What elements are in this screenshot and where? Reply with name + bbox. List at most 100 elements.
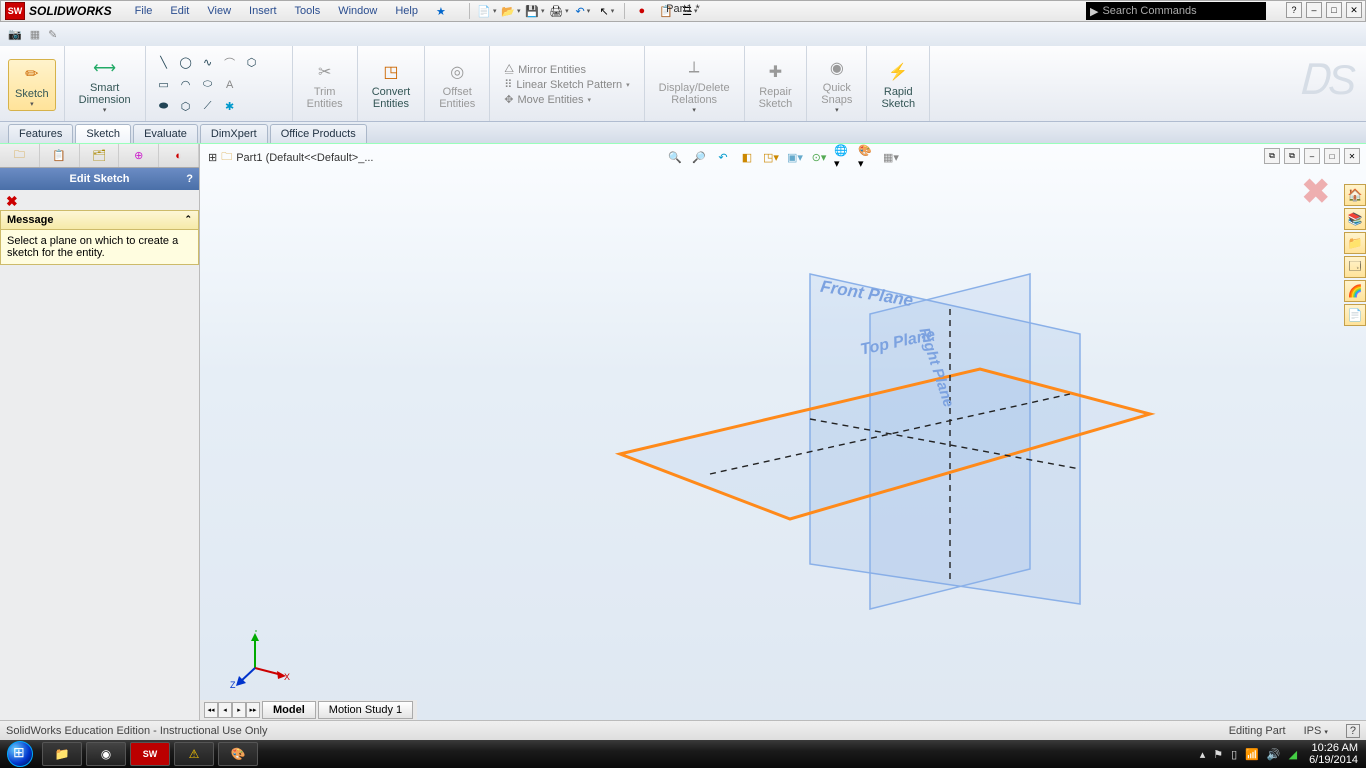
menu-tools[interactable]: Tools	[286, 2, 330, 21]
trim-entities-button[interactable]: ✂ Trim Entities	[301, 58, 349, 112]
rebuild-button[interactable]: ●	[633, 2, 651, 20]
menu-view[interactable]: View	[198, 2, 240, 21]
tab-office-products[interactable]: Office Products	[270, 124, 367, 143]
tray-expand-icon[interactable]: ▴	[1200, 748, 1206, 761]
menu-file[interactable]: File	[126, 2, 162, 21]
motion-study-tab[interactable]: Motion Study 1	[318, 701, 413, 719]
menu-help-icon[interactable]: ★	[427, 2, 455, 21]
offset-entities-button[interactable]: ◎ Offset Entities	[433, 58, 481, 112]
text-tool[interactable]: A	[220, 75, 240, 95]
open-button[interactable]: 📂	[502, 2, 520, 20]
feature-tree-tab[interactable]: 🗀	[0, 144, 40, 167]
prev-view-icon[interactable]: ↶	[714, 148, 732, 166]
display-style-icon[interactable]: ▣▾	[786, 148, 804, 166]
quick-snaps-button[interactable]: ◉ Quick Snaps ▾	[815, 54, 858, 116]
resources-tab[interactable]: 🏠	[1344, 184, 1366, 206]
repair-sketch-button[interactable]: ✚ Repair Sketch	[753, 58, 799, 112]
maximize-button[interactable]: □	[1326, 2, 1342, 18]
hex-tool[interactable]: ⬡	[242, 53, 262, 73]
section-view-icon[interactable]: ◧	[738, 148, 756, 166]
status-help-icon[interactable]: ?	[1346, 724, 1360, 738]
viewport-maximize[interactable]: □	[1324, 148, 1340, 164]
taskbar-explorer[interactable]: 📁	[42, 742, 82, 766]
tab-evaluate[interactable]: Evaluate	[133, 124, 198, 143]
model-tab[interactable]: Model	[262, 701, 316, 719]
select-button[interactable]: ↖	[598, 2, 616, 20]
flyout-tree[interactable]: ⊞ 🗀 Part1 (Default<<Default>_...	[208, 148, 374, 167]
design-library-tab[interactable]: 📚	[1344, 208, 1366, 230]
ellipse-tool[interactable]: ⬭	[198, 75, 218, 95]
linear-pattern-button[interactable]: ⠿ Linear Sketch Pattern ▾	[504, 78, 629, 91]
expand-icon[interactable]: ⊞	[208, 151, 217, 164]
viewport-close[interactable]: ✕	[1344, 148, 1360, 164]
tray-volume-icon[interactable]: 🔊	[1267, 748, 1281, 761]
circle-tool[interactable]: ◯	[176, 53, 196, 73]
taskbar-paint[interactable]: 🎨	[218, 742, 258, 766]
status-units[interactable]: IPS	[1304, 725, 1322, 737]
arc-tool[interactable]: ◠	[176, 75, 196, 95]
move-entities-button[interactable]: ✥ Move Entities ▾	[504, 93, 629, 106]
zoom-fit-icon[interactable]: 🔍	[666, 148, 684, 166]
point-tool[interactable]: ⟋	[198, 97, 218, 117]
undo-button[interactable]: ↶	[574, 2, 592, 20]
save-button[interactable]: 💾	[526, 2, 544, 20]
print-button[interactable]: 🖨	[550, 2, 568, 20]
search-commands[interactable]: ▶ Search Commands	[1086, 2, 1266, 20]
message-header[interactable]: Message ⌃	[0, 210, 199, 230]
tray-battery-icon[interactable]: ▯	[1231, 748, 1237, 761]
view-orient-icon[interactable]: ◳▾	[762, 148, 780, 166]
display-tab[interactable]: ◐	[159, 144, 199, 167]
convert-entities-button[interactable]: ◳ Convert Entities	[366, 58, 417, 112]
viewport-restore2[interactable]: ⧉	[1284, 148, 1300, 164]
view-settings-icon[interactable]: ▦▾	[882, 148, 900, 166]
view-palette-tab[interactable]: 🗔	[1344, 256, 1366, 278]
fillet-tool[interactable]: ⌒	[220, 53, 240, 73]
spline-tool[interactable]: ∿	[198, 53, 218, 73]
minimize-button[interactable]: –	[1306, 2, 1322, 18]
menu-help[interactable]: Help	[386, 2, 427, 21]
appearances-tab[interactable]: 🌈	[1344, 280, 1366, 302]
quad-icon[interactable]: ▦	[30, 28, 40, 41]
tray-wifi-icon[interactable]: 📶	[1245, 748, 1259, 761]
sketch-button[interactable]: ✏ Sketch ▾	[8, 59, 56, 111]
close-button[interactable]: ✕	[1346, 2, 1362, 18]
tab-features[interactable]: Features	[8, 124, 73, 143]
tab-last[interactable]: ▸▸	[246, 702, 260, 718]
taskbar-app4[interactable]: ⚠	[174, 742, 214, 766]
rect-tool[interactable]: ▭	[154, 75, 174, 95]
taskbar-solidworks[interactable]: SW	[130, 742, 170, 766]
display-relations-button[interactable]: ⟂ Display/Delete Relations ▾	[653, 54, 736, 116]
viewport-minimize[interactable]: –	[1304, 148, 1320, 164]
custom-props-tab[interactable]: 📄	[1344, 304, 1366, 326]
rapid-sketch-button[interactable]: ⚡ Rapid Sketch	[875, 58, 921, 112]
smart-dimension-button[interactable]: ⟷ Smart Dimension ▾	[73, 54, 137, 116]
appearance-icon[interactable]: 🎨▾	[858, 148, 876, 166]
menu-edit[interactable]: Edit	[161, 2, 198, 21]
polygon-tool[interactable]: ⬡	[176, 97, 196, 117]
orientation-triad[interactable]: Y X Z	[230, 630, 290, 690]
panel-help-icon[interactable]: ?	[186, 173, 193, 185]
graphics-viewport[interactable]: ⊞ 🗀 Part1 (Default<<Default>_... 🔍 🔎 ↶ ◧…	[200, 144, 1366, 720]
hide-show-icon[interactable]: ⊙▾	[810, 148, 828, 166]
taskbar-chrome[interactable]: ◉	[86, 742, 126, 766]
tab-next[interactable]: ▸	[232, 702, 246, 718]
sketch-icon[interactable]: ✎	[48, 28, 57, 41]
mirror-entities-button[interactable]: ⧋ Mirror Entities	[504, 63, 629, 76]
tab-prev[interactable]: ◂	[218, 702, 232, 718]
zoom-area-icon[interactable]: 🔎	[690, 148, 708, 166]
tray-clock[interactable]: 10:26 AM 6/19/2014	[1309, 742, 1358, 766]
dimxpert-tab[interactable]: ⊕	[119, 144, 159, 167]
start-button[interactable]	[0, 740, 40, 768]
menu-insert[interactable]: Insert	[240, 2, 286, 21]
tab-sketch[interactable]: Sketch	[75, 124, 131, 143]
sketch-exit-x[interactable]: ✖	[1302, 172, 1331, 212]
property-tab[interactable]: 📋	[40, 144, 80, 167]
tab-first[interactable]: ◂◂	[204, 702, 218, 718]
slot-tool[interactable]: ⬬	[154, 97, 174, 117]
scene-icon[interactable]: 🌐▾	[834, 148, 852, 166]
cancel-icon[interactable]: ✖	[6, 193, 18, 209]
file-explorer-tab[interactable]: 📁	[1344, 232, 1366, 254]
star-tool[interactable]: ✱	[220, 97, 240, 117]
config-tab[interactable]: 🗂	[80, 144, 120, 167]
collapse-icon[interactable]: ⌃	[184, 214, 192, 226]
